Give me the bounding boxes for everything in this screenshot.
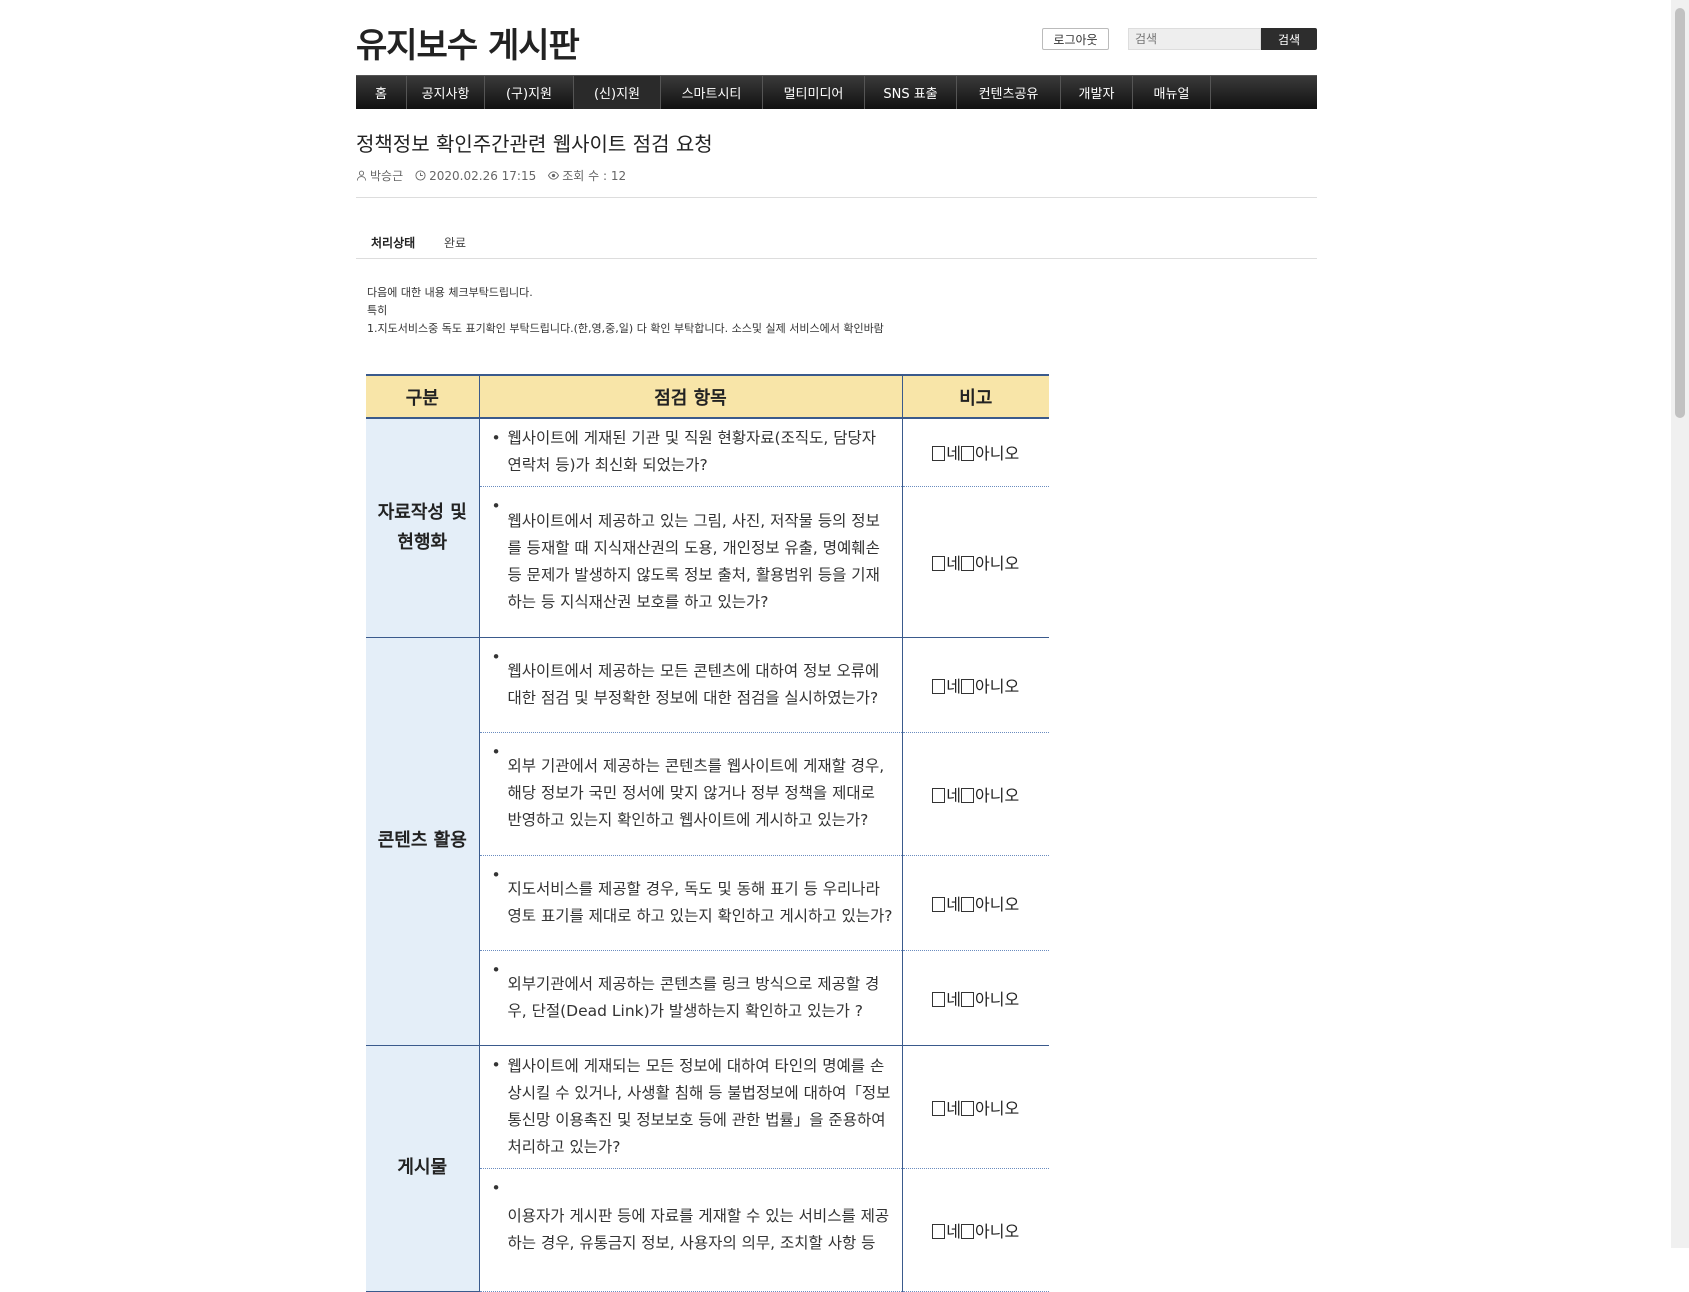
checkbox[interactable] <box>932 1223 946 1239</box>
check-item: 웹사이트에 게재되는 모든 정보에 대하여 타인의 명예를 손상시킬 수 있거나… <box>478 1045 903 1169</box>
logout-button[interactable]: 로그아웃 <box>1042 28 1109 50</box>
check-item: 이용자가 게시판 등에 자료를 게재할 수 있는 서비스를 제공하는 경우, 유… <box>478 1168 903 1292</box>
yes-no-options: 네 아니오 <box>902 732 1049 856</box>
yes-no-options: 네 아니오 <box>902 950 1049 1046</box>
checkbox[interactable] <box>932 678 946 694</box>
option-yes: 네 <box>946 785 962 805</box>
nav-item-manual[interactable]: 매뉴얼 <box>1133 76 1211 109</box>
option-no: 아니오 <box>975 1221 1020 1241</box>
checkbox[interactable] <box>932 896 946 912</box>
checkbox[interactable] <box>932 1100 946 1116</box>
nav-item-content-share[interactable]: 컨텐츠공유 <box>957 76 1061 109</box>
check-item: 지도서비스를 제공할 경우, 독도 및 동해 표기 등 우리나라 영토 표기를 … <box>478 855 903 951</box>
scrollbar-thumb[interactable] <box>1675 8 1685 418</box>
option-no: 아니오 <box>975 785 1020 805</box>
yes-no-options: 네 아니오 <box>902 1045 1049 1169</box>
category-label: 게시물 <box>397 1157 448 1178</box>
author-name: 박승근 <box>370 169 404 183</box>
check-item: 외부 기관에서 제공하는 콘텐츠를 웹사이트에 게재할 경우, 해당 정보가 국… <box>478 732 903 856</box>
option-no: 아니오 <box>975 1098 1020 1118</box>
view-count-text: 조회 수 : 12 <box>562 169 627 183</box>
checkbox[interactable] <box>932 991 946 1007</box>
check-item: 웹사이트에 게재된 기관 및 직원 현황자료(조직도, 담당자 연락처 등)가 … <box>478 418 903 487</box>
table-header-row: 구분 점검 항목 비고 <box>366 374 1049 419</box>
checkbox[interactable] <box>961 1223 975 1239</box>
checklist-table: 구분 점검 항목 비고 자료작성 및 현행화 웹사이트에 게재된 기관 및 직원… <box>366 374 1049 1292</box>
checkbox[interactable] <box>932 787 946 803</box>
status-label: 처리상태 <box>371 236 416 250</box>
user-icon <box>356 170 367 181</box>
checkbox[interactable] <box>961 446 975 462</box>
table-row: 게시물 웹사이트에 게재되는 모든 정보에 대하여 타인의 명예를 손상시킬 수… <box>366 1045 1049 1292</box>
option-no: 아니오 <box>975 676 1020 696</box>
column-header: 점검 항목 <box>478 374 902 419</box>
category-cell: 자료작성 및 현행화 <box>366 418 479 638</box>
nav-item-home[interactable]: 홈 <box>356 76 407 109</box>
post-body: 다음에 대한 내용 체크부탁드립니다. 특히 1.지도서비스중 독도 표기확인 … <box>367 284 884 338</box>
column-header: 구분 <box>366 374 479 419</box>
check-item: 외부기관에서 제공하는 콘텐츠를 링크 방식으로 제공할 경우, 단절(Dead… <box>478 950 903 1046</box>
checkbox[interactable] <box>961 1100 975 1116</box>
yes-no-options: 네 아니오 <box>902 637 1049 733</box>
body-line: 특히 <box>367 304 388 317</box>
checkbox[interactable] <box>961 991 975 1007</box>
post-title: 정책정보 확인주간관련 웹사이트 점검 요청 <box>356 132 713 156</box>
search-input[interactable] <box>1128 28 1261 50</box>
category-cell: 콘텐츠 활용 <box>366 637 479 1046</box>
option-yes: 네 <box>946 676 962 696</box>
checkbox[interactable] <box>932 555 946 571</box>
search-button[interactable]: 검색 <box>1261 28 1317 50</box>
option-yes: 네 <box>946 894 962 914</box>
yes-no-options: 네 아니오 <box>902 486 1049 638</box>
checkbox[interactable] <box>932 446 946 462</box>
table-row: 자료작성 및 현행화 웹사이트에 게재된 기관 및 직원 현황자료(조직도, 담… <box>366 418 1049 638</box>
category-label: 자료작성 및 현행화 <box>377 501 467 553</box>
post-date: 2020.02.26 17:15 <box>415 169 536 183</box>
option-yes: 네 <box>946 1221 962 1241</box>
divider <box>356 197 1317 198</box>
clock-icon <box>415 170 426 181</box>
option-yes: 네 <box>946 444 962 464</box>
main-nav: 홈 공지사항 (구)지원 (신)지원 스마트시티 멀티미디어 SNS 표출 컨텐… <box>356 75 1317 109</box>
checkbox[interactable] <box>961 896 975 912</box>
checkbox[interactable] <box>961 555 975 571</box>
divider <box>356 258 1317 259</box>
table-row: 콘텐츠 활용 웹사이트에서 제공하는 모든 콘텐츠에 대하여 정보 오류에 대한… <box>366 637 1049 1046</box>
status-value: 완료 <box>444 236 467 250</box>
option-yes: 네 <box>946 989 962 1009</box>
vertical-scrollbar[interactable] <box>1671 0 1689 1248</box>
nav-item-multimedia[interactable]: 멀티미디어 <box>763 76 865 109</box>
nav-item-sns[interactable]: SNS 표출 <box>865 76 957 109</box>
option-yes: 네 <box>946 1098 962 1118</box>
nav-item-new-support[interactable]: (신)지원 <box>574 76 661 109</box>
check-item: 웹사이트에서 제공하고 있는 그림, 사진, 저작물 등의 정보를 등재할 때 … <box>478 486 903 638</box>
site-title[interactable]: 유지보수 게시판 <box>356 18 580 67</box>
option-yes: 네 <box>946 553 962 573</box>
post-meta: 박승근 2020.02.26 17:15 조회 수 : 12 <box>356 167 626 184</box>
yes-no-options: 네 아니오 <box>902 855 1049 951</box>
option-no: 아니오 <box>975 444 1020 464</box>
nav-item-developer[interactable]: 개발자 <box>1061 76 1133 109</box>
check-item: 웹사이트에서 제공하는 모든 콘텐츠에 대하여 정보 오류에 대한 점검 및 부… <box>478 637 903 733</box>
post-datetime: 2020.02.26 17:15 <box>429 168 537 183</box>
checkbox[interactable] <box>961 678 975 694</box>
yes-no-options: 네 아니오 <box>902 418 1049 487</box>
nav-item-notice[interactable]: 공지사항 <box>407 76 485 109</box>
category-cell: 게시물 <box>366 1045 479 1292</box>
column-header: 비고 <box>901 374 1049 419</box>
option-no: 아니오 <box>975 989 1020 1009</box>
nav-item-old-support[interactable]: (구)지원 <box>485 76 574 109</box>
option-no: 아니오 <box>975 894 1020 914</box>
eye-icon <box>548 171 560 180</box>
yes-no-options: 네 아니오 <box>902 1168 1049 1292</box>
view-count: 조회 수 : 12 <box>548 167 626 184</box>
nav-item-smart-city[interactable]: 스마트시티 <box>661 76 763 109</box>
body-line: 1.지도서비스중 독도 표기확인 부탁드립니다.(한,영,중,일) 다 확인 부… <box>367 322 884 335</box>
option-no: 아니오 <box>975 553 1020 573</box>
body-line: 다음에 대한 내용 체크부탁드립니다. <box>367 286 533 299</box>
category-label: 콘텐츠 활용 <box>377 830 467 851</box>
checkbox[interactable] <box>961 787 975 803</box>
author[interactable]: 박승근 <box>356 167 403 184</box>
